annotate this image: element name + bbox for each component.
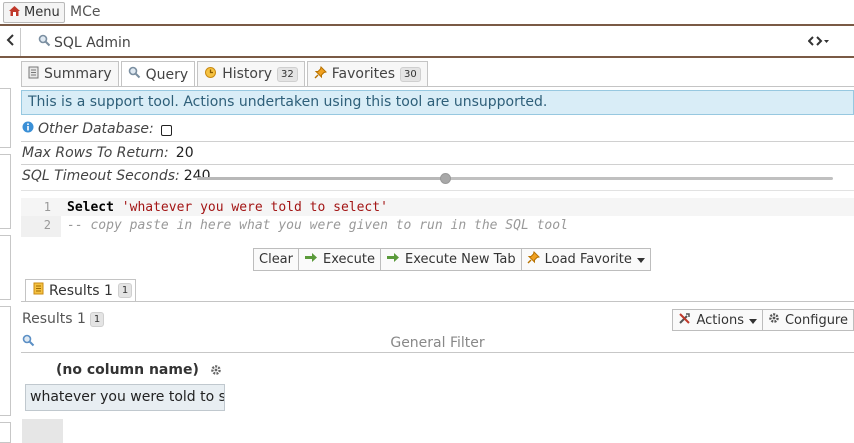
slider-fill	[197, 177, 446, 180]
max-rows-input[interactable]: 20	[176, 145, 194, 161]
general-filter-label: General Filter	[390, 335, 485, 351]
divider	[21, 164, 854, 165]
configure-label: Configure	[784, 312, 848, 328]
line-number: 1	[43, 200, 51, 214]
clock-icon	[204, 66, 217, 83]
arrow-right-icon	[304, 252, 318, 267]
execute-button[interactable]: Execute	[298, 248, 381, 271]
results-toolbar: Actions Configure	[672, 309, 854, 331]
editor-line[interactable]: 2 -- copy paste in here what you were gi…	[21, 216, 854, 234]
support-notice: This is a support tool. Actions undertak…	[21, 90, 854, 115]
breadcrumb-label: SQL Admin	[54, 34, 131, 51]
code-text: Select 'whatever you were told to select…	[67, 200, 388, 215]
results-title: Results 1	[22, 311, 86, 327]
strip-segment	[0, 235, 11, 300]
favorites-count-badge: 30	[400, 66, 421, 82]
header-bar: SQL Admin	[0, 28, 854, 58]
menu-button[interactable]: Menu	[3, 2, 65, 23]
caret-down-icon	[748, 313, 757, 328]
magnifier-icon	[128, 66, 141, 83]
results-tab-badge: 1	[117, 283, 133, 298]
tab-bar: Summary Query History 32 Favorites 30	[21, 61, 428, 87]
result-cell[interactable]: whatever you were told to s...	[25, 384, 225, 411]
gear-icon[interactable]	[210, 364, 222, 380]
load-favorite-button[interactable]: Load Favorite	[520, 248, 651, 271]
strip-segment	[0, 306, 11, 416]
tab-divider	[21, 86, 854, 87]
chevron-left-icon	[6, 34, 14, 50]
sql-string: 'whatever you were told to select'	[121, 199, 388, 215]
timeout-value[interactable]: 240	[184, 168, 211, 184]
timeout-label: SQL Timeout Seconds:	[22, 168, 180, 184]
gear-icon	[768, 312, 780, 328]
code-menu-button[interactable]	[807, 35, 830, 51]
results-count-badge: 1	[89, 311, 105, 327]
left-panel-strip	[0, 60, 12, 443]
arrow-right-icon	[386, 252, 400, 267]
top-bar: Menu MCe	[0, 0, 854, 26]
max-rows-label: Max Rows To Return:	[22, 145, 169, 161]
actions-button[interactable]: Actions	[672, 309, 763, 331]
results-tab-divider	[21, 301, 854, 302]
history-count-badge: 32	[277, 66, 298, 82]
timeout-row: SQL Timeout Seconds: 240	[22, 168, 211, 184]
other-database-checkbox[interactable]	[160, 125, 172, 136]
sql-comment: -- copy paste in here what you were give…	[67, 217, 568, 233]
execute-new-tab-button[interactable]: Execute New Tab	[380, 248, 522, 271]
tab-results-1[interactable]: Results 1 1	[25, 279, 136, 301]
caret-down-icon	[636, 252, 645, 267]
timeout-slider[interactable]	[197, 173, 833, 184]
general-filter[interactable]: General Filter	[21, 333, 854, 353]
results-heading: Results 1 1	[22, 311, 105, 327]
actions-label: Actions	[696, 312, 744, 328]
configure-button[interactable]: Configure	[761, 309, 854, 331]
strip-segment	[0, 154, 11, 229]
line-number: 2	[43, 218, 51, 232]
back-button[interactable]	[0, 28, 21, 56]
tab-favorites[interactable]: Favorites 30	[306, 61, 428, 86]
slider-handle[interactable]	[440, 173, 452, 184]
sql-editor[interactable]: 1 Select 'whatever you were told to sele…	[21, 198, 854, 237]
tab-label: Summary	[44, 66, 112, 82]
document-icon	[28, 66, 39, 83]
app-name: MCe	[70, 4, 101, 20]
tab-label: Favorites	[331, 66, 395, 82]
tab-summary[interactable]: Summary	[21, 61, 119, 86]
clear-button[interactable]: Clear	[253, 248, 299, 271]
column-header[interactable]: (no column name)	[56, 362, 199, 378]
info-icon	[22, 121, 34, 137]
strip-segment	[0, 88, 11, 148]
max-rows-row: Max Rows To Return: 20	[22, 145, 194, 161]
pin-icon	[314, 65, 327, 83]
tab-label: Query	[145, 66, 189, 83]
code-icon	[807, 35, 830, 51]
menu-label: Menu	[24, 5, 60, 20]
execute-label: Execute	[323, 252, 375, 267]
magnifier-icon	[38, 34, 51, 51]
home-icon	[8, 5, 21, 21]
divider	[21, 141, 854, 142]
query-actions: Clear Execute Execute New Tab Load Favor…	[253, 248, 651, 271]
tools-icon	[678, 312, 691, 329]
editor-line[interactable]: 1 Select 'whatever you were told to sele…	[21, 198, 854, 216]
sql-keyword: Select	[67, 199, 114, 215]
load-favorite-label: Load Favorite	[544, 252, 632, 267]
breadcrumb: SQL Admin	[38, 34, 131, 51]
tab-history[interactable]: History 32	[197, 61, 305, 86]
strip-segment	[0, 422, 11, 443]
execute-new-tab-label: Execute New Tab	[405, 252, 516, 267]
other-database-row: Other Database:	[22, 121, 172, 137]
tab-label: History	[222, 66, 273, 82]
row-footer	[22, 419, 63, 443]
document-icon	[33, 282, 44, 299]
other-database-label: Other Database:	[38, 121, 154, 137]
tab-query[interactable]: Query	[120, 61, 196, 87]
results-tab-label: Results 1	[49, 282, 113, 299]
pin-icon	[527, 251, 540, 268]
divider	[21, 190, 854, 191]
clear-label: Clear	[259, 252, 293, 267]
